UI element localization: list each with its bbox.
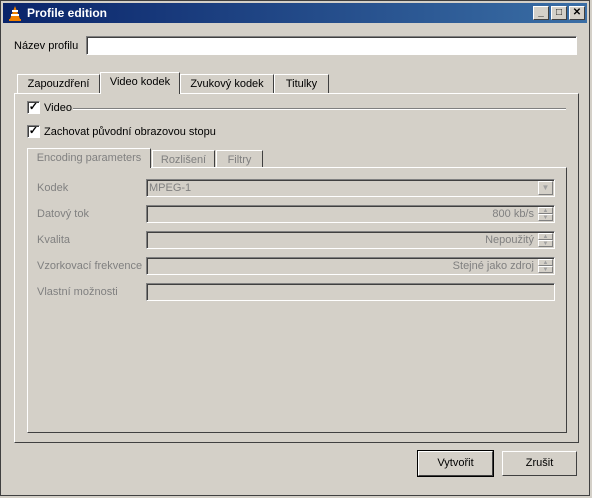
vlc-cone-icon bbox=[9, 6, 21, 21]
codec-label: Kodek bbox=[37, 182, 69, 194]
framerate-value: Stejné jako zdroj bbox=[452, 260, 534, 272]
profile-name-input[interactable] bbox=[86, 36, 577, 55]
spin-down-icon[interactable]: ▼ bbox=[538, 266, 553, 273]
subtab-encoding-parameters[interactable]: Encoding parameters bbox=[27, 148, 151, 168]
spin-down-icon[interactable]: ▼ bbox=[538, 240, 553, 247]
keep-original-label: Zachovat původní obrazovou stopu bbox=[44, 126, 216, 138]
tab-audio-codec[interactable]: Zvukový kodek bbox=[180, 74, 274, 94]
codec-value: MPEG-1 bbox=[149, 182, 192, 194]
quality-value: Nepoužitý bbox=[485, 234, 534, 246]
video-group-separator bbox=[73, 108, 566, 110]
spin-buttons[interactable]: ▲ ▼ bbox=[538, 233, 553, 247]
quality-spinbox[interactable]: Nepoužitý ▲ ▼ bbox=[146, 231, 555, 249]
minimize-button[interactable]: _ bbox=[533, 6, 549, 20]
chevron-down-icon[interactable]: ▼ bbox=[538, 181, 553, 195]
bitrate-spinbox[interactable]: 800 kb/s ▲ ▼ bbox=[146, 205, 555, 223]
subtab-filters[interactable]: Filtry bbox=[216, 150, 263, 168]
custom-options-label: Vlastní možnosti bbox=[37, 286, 118, 298]
spin-buttons[interactable]: ▲ ▼ bbox=[538, 259, 553, 273]
video-checkbox-label: Video bbox=[44, 102, 72, 114]
framerate-spinbox[interactable]: Stejné jako zdroj ▲ ▼ bbox=[146, 257, 555, 275]
spin-up-icon[interactable]: ▲ bbox=[538, 207, 553, 214]
tab-encapsulation[interactable]: Zapouzdření bbox=[17, 74, 100, 94]
close-button[interactable]: ✕ bbox=[569, 6, 585, 20]
profile-edition-window: Profile edition _ □ ✕ Název profilu Zapo… bbox=[0, 0, 590, 496]
quality-label: Kvalita bbox=[37, 234, 71, 246]
tab-subtitles[interactable]: Titulky bbox=[274, 74, 329, 94]
profile-name-label: Název profilu bbox=[14, 40, 79, 52]
window-title: Profile edition bbox=[27, 6, 108, 20]
maximize-button[interactable]: □ bbox=[551, 6, 567, 20]
framerate-label: Vzorkovací frekvence bbox=[37, 260, 143, 272]
tab-video-codec[interactable]: Video kodek bbox=[100, 72, 180, 94]
subtab-resolution[interactable]: Rozlišení bbox=[152, 150, 215, 168]
create-button[interactable]: Vytvořit bbox=[417, 450, 494, 477]
video-checkbox[interactable]: ✓ bbox=[27, 101, 40, 114]
title-bar[interactable]: Profile edition _ □ ✕ bbox=[3, 3, 587, 23]
bitrate-label: Datový tok bbox=[37, 208, 89, 220]
cancel-button[interactable]: Zrušit bbox=[502, 451, 577, 476]
spin-down-icon[interactable]: ▼ bbox=[538, 214, 553, 221]
spin-up-icon[interactable]: ▲ bbox=[538, 233, 553, 240]
codec-select[interactable]: MPEG-1 ▼ bbox=[146, 179, 555, 197]
spin-up-icon[interactable]: ▲ bbox=[538, 259, 553, 266]
keep-original-checkbox[interactable]: ✓ bbox=[27, 125, 40, 138]
bitrate-value: 800 kb/s bbox=[492, 208, 534, 220]
custom-options-input[interactable] bbox=[146, 283, 555, 301]
spin-buttons[interactable]: ▲ ▼ bbox=[538, 207, 553, 221]
